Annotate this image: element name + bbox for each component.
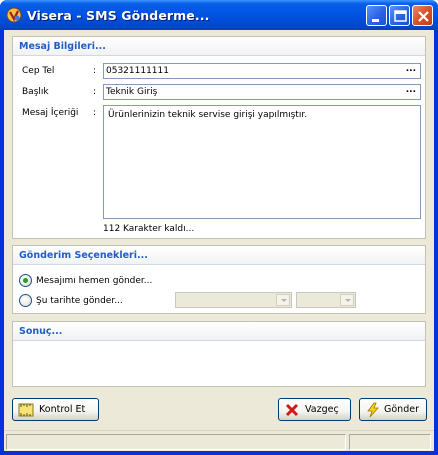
- status-bar: [4, 430, 434, 451]
- window-client: Mesaj Bilgileri... Cep Tel : 05321111111…: [4, 30, 434, 451]
- ruler-icon: [18, 402, 34, 418]
- message-body-value: Ürünlerinizin teknik servise girişi yapı…: [108, 110, 308, 120]
- window-title: Visera - SMS Gönderme...: [27, 8, 210, 23]
- gonder-label: Gönder: [384, 404, 419, 415]
- kontrol-et-button[interactable]: Kontrol Et: [12, 398, 99, 421]
- sms-window: Visera - SMS Gönderme... Mesaj Bilgileri…: [0, 0, 438, 455]
- baslik-lookup-button[interactable]: ...: [406, 85, 416, 95]
- mesaj-icerigi-colon: :: [93, 108, 97, 118]
- message-info-header: Mesaj Bilgileri...: [13, 37, 425, 56]
- radio-selected-dot: [23, 278, 28, 283]
- close-icon: [418, 11, 429, 22]
- send-options-title: Gönderim Seçenekleri...: [19, 250, 148, 261]
- lightning-icon: [365, 402, 381, 418]
- send-date-label[interactable]: Şu tarihte gönder...: [36, 296, 123, 306]
- maximize-button[interactable]: [389, 5, 410, 26]
- kontrol-et-label: Kontrol Et: [39, 404, 86, 415]
- send-time-picker[interactable]: [296, 292, 356, 308]
- cep-tel-field[interactable]: 05321111111 ...: [103, 63, 421, 79]
- baslik-label: Başlık: [22, 87, 49, 97]
- send-now-radio[interactable]: [19, 274, 32, 287]
- result-header: Sonuç...: [13, 322, 425, 341]
- mesaj-icerigi-label: Mesaj İçeriği: [22, 108, 79, 118]
- result-group: Sonuç...: [12, 321, 426, 387]
- cep-tel-lookup-button[interactable]: ...: [406, 64, 416, 74]
- baslik-field[interactable]: Teknik Giriş ...: [103, 84, 421, 100]
- baslik-value: Teknik Giriş: [106, 87, 158, 97]
- status-panel-main: [6, 434, 346, 450]
- chevron-down-icon[interactable]: [276, 294, 290, 306]
- minimize-button[interactable]: [366, 5, 387, 26]
- cep-tel-label: Cep Tel: [22, 66, 55, 76]
- send-date-radio[interactable]: [19, 294, 32, 307]
- message-info-group: Mesaj Bilgileri... Cep Tel : 05321111111…: [12, 36, 426, 239]
- status-panel-secondary: [349, 434, 431, 450]
- result-title: Sonuç...: [19, 326, 63, 337]
- remaining-chars: 112 Karakter kaldı...: [103, 224, 195, 234]
- cep-tel-colon: :: [93, 66, 97, 76]
- message-info-title: Mesaj Bilgileri...: [19, 41, 106, 52]
- cep-tel-value: 05321111111: [106, 66, 169, 76]
- vazgec-label: Vazgeç: [305, 404, 339, 415]
- send-options-group: Gönderim Seçenekleri... Mesajımı hemen g…: [12, 245, 426, 314]
- send-date-picker[interactable]: [175, 292, 292, 308]
- send-now-label[interactable]: Mesajımı hemen gönder...: [36, 276, 152, 286]
- send-options-header: Gönderim Seçenekleri...: [13, 246, 425, 265]
- chevron-down-icon[interactable]: [340, 294, 354, 306]
- message-body-textarea[interactable]: Ürünlerinizin teknik servise girişi yapı…: [103, 105, 421, 219]
- minimize-icon: [372, 19, 379, 22]
- maximize-icon: [394, 10, 407, 22]
- close-button[interactable]: [412, 5, 433, 26]
- baslik-colon: :: [93, 87, 97, 97]
- vazgec-button[interactable]: Vazgeç: [278, 398, 351, 421]
- visera-app-icon: [6, 7, 22, 23]
- gonder-button[interactable]: Gönder: [359, 398, 427, 421]
- title-bar[interactable]: Visera - SMS Gönderme...: [0, 0, 438, 30]
- red-x-icon: [284, 402, 300, 418]
